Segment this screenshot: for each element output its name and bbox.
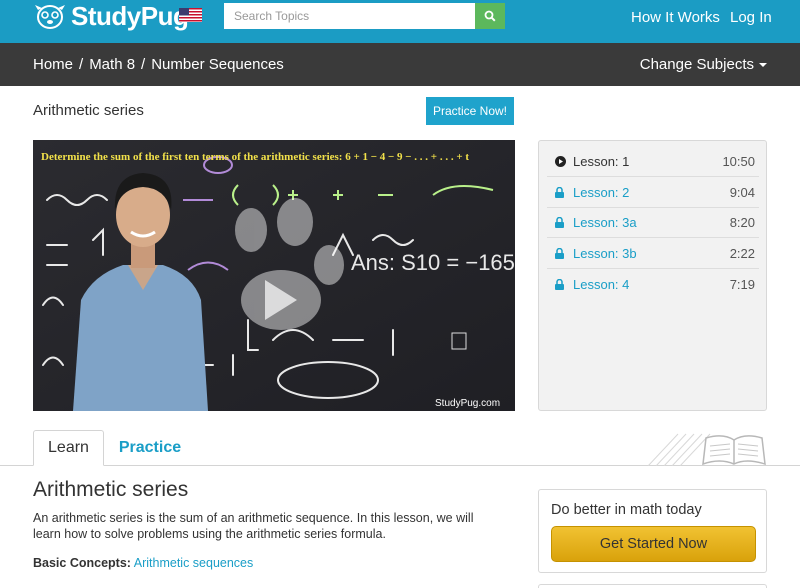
nav-how-it-works[interactable]: How It Works: [631, 9, 720, 26]
search-button[interactable]: [475, 3, 505, 29]
playlist-item-label: Lesson: 1: [573, 154, 630, 169]
caret-down-icon: [759, 63, 767, 68]
playlist-item-duration: 2:22: [729, 246, 755, 261]
us-flag-icon[interactable]: [179, 8, 202, 22]
video-frame: Determine the sum of the first ten terms…: [33, 140, 515, 411]
sidebar-box-partial: [538, 584, 767, 588]
playlist-item-lesson-3a[interactable]: Lesson: 3a 8:20: [547, 208, 759, 238]
playlist-item-label: Lesson: 4: [573, 276, 630, 292]
playlist-item-duration: 10:50: [722, 154, 755, 169]
tab-learn[interactable]: Learn: [33, 430, 104, 466]
nav-log-in[interactable]: Log In: [730, 9, 772, 26]
playlist-item-duration: 9:04: [729, 185, 755, 200]
top-navbar: StudyPug How It Works Log In: [0, 0, 800, 43]
playlist-item-lesson-1[interactable]: Lesson: 1 10:50: [547, 147, 759, 177]
basic-concepts-link[interactable]: Arithmetic sequences: [134, 556, 254, 570]
content-description: An arithmetic series is the sum of an ar…: [33, 511, 474, 541]
playlist-item-duration: 7:19: [729, 276, 755, 292]
pug-logo-icon: [35, 5, 65, 29]
lock-icon: [555, 187, 564, 198]
lock-icon: [555, 217, 564, 228]
breadcrumb: Home / Math 8 / Number Sequences: [33, 56, 284, 73]
video-answer-text: Ans: S10 = −165: [351, 250, 515, 275]
content-title: Arithmetic series: [33, 478, 189, 501]
video-question-text: Determine the sum of the first ten terms…: [41, 151, 469, 163]
cta-box: Do better in math today Get Started Now: [538, 489, 767, 573]
breadcrumb-separator: /: [79, 56, 84, 73]
lesson-title: Arithmetic series: [33, 102, 144, 119]
playlist-item-lesson-4[interactable]: Lesson: 4 7:19: [547, 269, 759, 299]
change-subjects-label: Change Subjects: [639, 56, 754, 73]
get-started-button[interactable]: Get Started Now: [551, 526, 756, 562]
logo[interactable]: StudyPug: [33, 0, 189, 31]
magnifier-icon: [484, 10, 496, 22]
change-subjects-dropdown[interactable]: Change Subjects: [640, 56, 767, 73]
video-watermark: StudyPug.com: [435, 398, 500, 409]
playlist-item-lesson-3b[interactable]: Lesson: 3b 2:22: [547, 239, 759, 269]
practice-now-button[interactable]: Practice Now!: [426, 97, 514, 125]
tab-practice[interactable]: Practice: [110, 430, 190, 466]
video-player[interactable]: Determine the sum of the first ten terms…: [33, 140, 515, 411]
playlist-item-label: Lesson: 3b: [573, 246, 637, 261]
playlist-item-lesson-2[interactable]: Lesson: 2 9:04: [547, 178, 759, 208]
open-book-icon: [648, 433, 766, 466]
playlist-item-label: Lesson: 3a: [573, 215, 637, 230]
playlist-item-duration: 8:20: [729, 215, 755, 230]
search-input[interactable]: [224, 3, 475, 29]
breadcrumb-bar: Home / Math 8 / Number Sequences Change …: [0, 43, 800, 86]
breadcrumb-number-sequences[interactable]: Number Sequences: [151, 56, 284, 73]
lesson-playlist: Lesson: 1 10:50 Lesson: 2 9:04 Lesson: 3…: [538, 140, 767, 411]
play-circle-icon: [555, 156, 566, 167]
brand-name: StudyPug: [71, 0, 189, 31]
basic-concepts: Basic Concepts: Arithmetic sequences: [33, 556, 253, 570]
breadcrumb-home[interactable]: Home: [33, 56, 73, 73]
playlist-item-label: Lesson: 2: [573, 185, 630, 200]
cta-title: Do better in math today: [551, 502, 702, 518]
lock-icon: [555, 248, 564, 259]
breadcrumb-separator: /: [141, 56, 146, 73]
breadcrumb-math-8[interactable]: Math 8: [89, 56, 135, 73]
lock-icon: [555, 278, 564, 290]
basic-concepts-label: Basic Concepts:: [33, 556, 131, 570]
